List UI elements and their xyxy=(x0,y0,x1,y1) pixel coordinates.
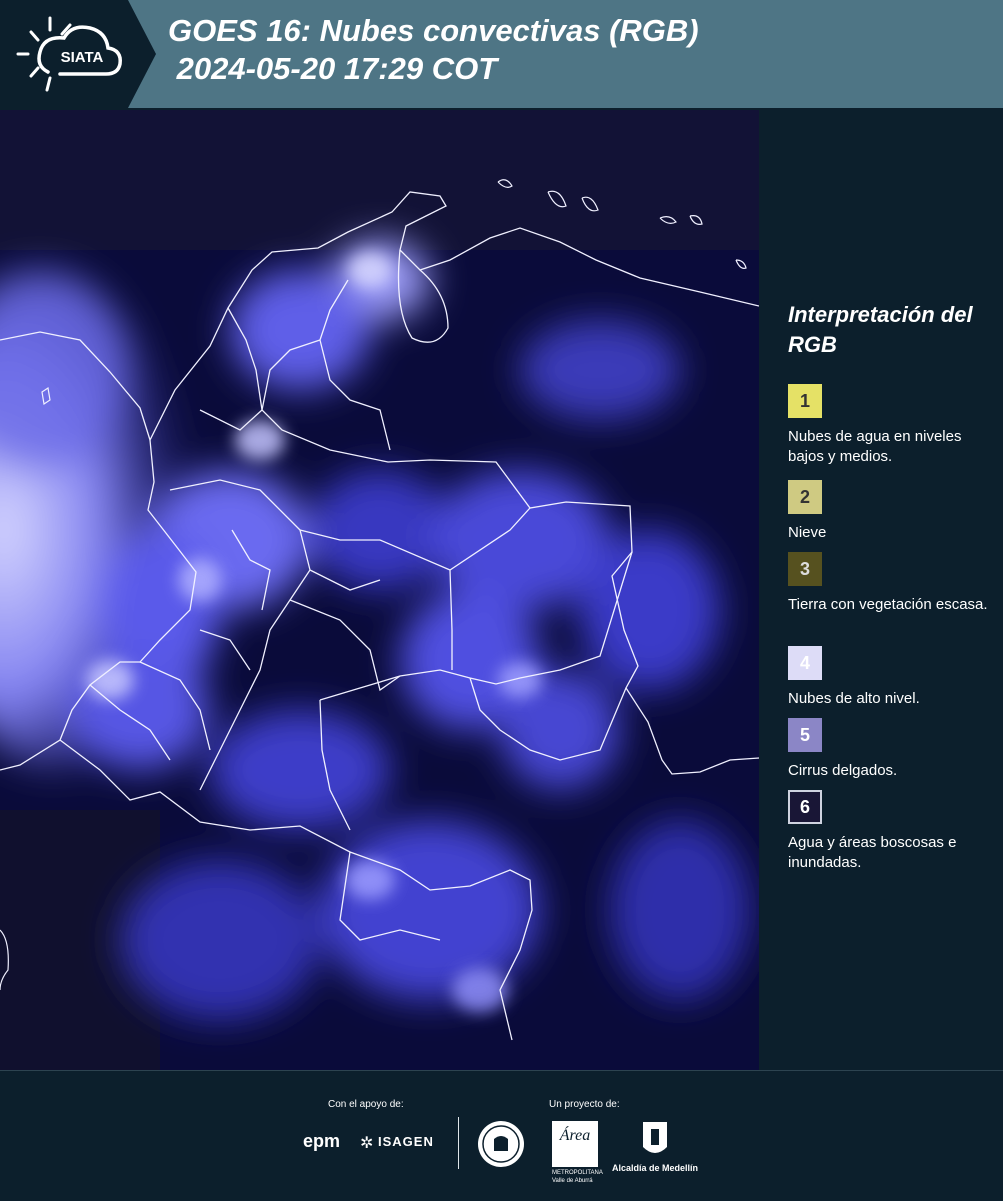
support-label: Con el apoyo de: xyxy=(328,1099,404,1110)
legend-title: Interpretación del RGB xyxy=(788,302,973,357)
legend-item-5: 5 Cirrus delgados. xyxy=(788,718,998,781)
area-logo-text: Área xyxy=(559,1127,591,1144)
footer-divider xyxy=(458,1117,459,1169)
isagen-icon: ✲ xyxy=(360,1135,374,1152)
header-bar: SIATA GOES 16: Nubes convectivas (RGB) 2… xyxy=(0,0,1003,108)
legend-label: Cirrus delgados. xyxy=(788,762,898,779)
legend-label: Nubes de alto nivel. xyxy=(788,690,920,707)
legend-label: Nieve xyxy=(788,524,827,541)
legend-item-2: 2 Nieve xyxy=(788,480,998,543)
legend-item-3: 3 Tierra con vegetación escasa. xyxy=(788,552,998,615)
legend-label: Agua y áreas boscosas e inundadas. xyxy=(788,834,957,871)
legend-swatch: 1 xyxy=(788,384,822,418)
legend-label: Nubes de agua en niveles bajos y medios. xyxy=(788,428,962,465)
area-sub2: Valle de Aburrá xyxy=(552,1178,593,1184)
legend-swatch: 5 xyxy=(788,718,822,752)
isagen-logo: ISAGEN xyxy=(378,1134,434,1149)
medellin-shield-icon xyxy=(643,1122,667,1153)
project-label: Un proyecto de: xyxy=(549,1099,620,1110)
alcaldia-logo: Alcaldía de Medellín xyxy=(612,1163,699,1173)
legend-swatch: 4 xyxy=(788,646,822,680)
logo-arrow xyxy=(128,0,156,108)
legend-item-6: 6 Agua y áreas boscosas e inundadas. xyxy=(788,790,998,873)
legend-item-4: 4 Nubes de alto nivel. xyxy=(788,646,998,709)
legend-label: Tierra con vegetación escasa. xyxy=(788,596,988,613)
legend-item-1: 1 Nubes de agua en niveles bajos y medio… xyxy=(788,384,998,467)
footer: Con el apoyo de: Un proyecto de: epm ✲ I… xyxy=(0,1070,1003,1201)
satellite-map[interactable] xyxy=(0,110,759,1070)
map-image xyxy=(0,110,759,1070)
page-title: GOES 16: Nubes convectivas (RGB) 2024-05… xyxy=(168,13,699,86)
siata-logo: SIATA xyxy=(0,0,128,108)
legend-swatch: 2 xyxy=(788,480,822,514)
logo-text: SIATA xyxy=(61,49,104,66)
legend-swatch: 3 xyxy=(788,552,822,586)
sun-cloud-icon: SIATA xyxy=(16,16,122,92)
area-metropolitana-logo: Área xyxy=(552,1121,598,1167)
epm-logo: epm xyxy=(303,1131,341,1151)
legend-swatch: 6 xyxy=(788,790,822,824)
area-sub1: METROPOLITANA xyxy=(552,1170,603,1176)
legend-panel: Interpretación del RGB 1 Nubes de agua e… xyxy=(760,110,1003,1070)
seal-icon xyxy=(478,1121,524,1167)
